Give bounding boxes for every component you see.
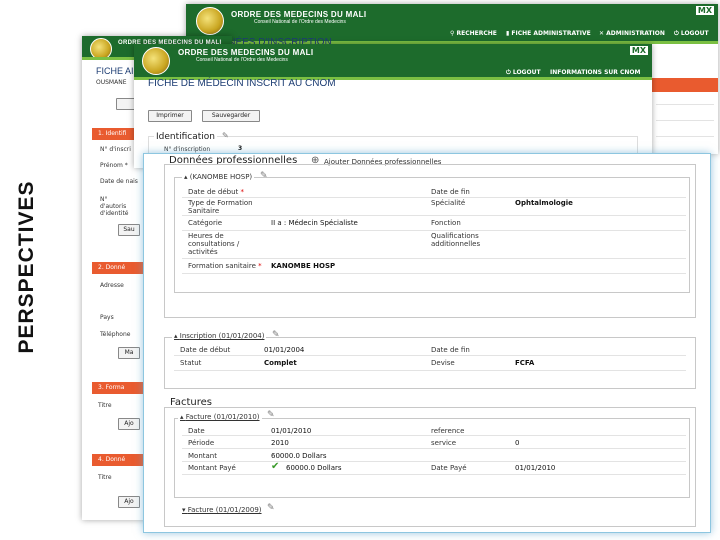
value-montant: 60000.0 Dollars — [271, 452, 327, 460]
label-montant-paye: Montant Payé — [188, 464, 236, 472]
header-bar: ORDRE DES MEDECINS DU MALI Conseil Natio… — [134, 44, 652, 80]
value-periode: 2010 — [271, 439, 289, 447]
value-categorie: II a : Médecin Spécialiste — [271, 219, 358, 227]
value-service: 0 — [515, 439, 520, 447]
label-fonction: Fonction — [431, 219, 461, 227]
save-button[interactable]: Sauvegarder — [202, 110, 260, 122]
value-statut: Complet — [264, 359, 297, 367]
add-button-2[interactable]: Ajo — [118, 496, 140, 508]
next-facture-title[interactable]: ▾ Facture (01/01/2009) — [182, 506, 262, 514]
inscription-box — [164, 337, 696, 389]
column-titre-2: Titre — [98, 474, 112, 481]
label-formation-sanitaire: Formation sanitaire * — [188, 262, 262, 270]
print-button[interactable]: Imprimer — [148, 110, 192, 122]
window-fiche-medecin: ORDRE DES MEDECINS DU MALI Conseil Natio… — [134, 44, 652, 168]
column-titre: Titre — [98, 402, 112, 409]
label-autorisation: N° d'autoris d'identité — [100, 196, 129, 217]
nav-logout[interactable]: ⏻ LOGOUT — [506, 69, 541, 77]
org-name: ORDRE DES MEDECINS DU MALI — [178, 48, 314, 57]
label-inscription: N° d'inscri — [100, 146, 131, 153]
label-insc-date-debut: Date de début — [180, 346, 231, 354]
label-facture-date: Date — [188, 427, 205, 435]
nav-logout[interactable]: ⏻ LOGOUT — [674, 30, 709, 38]
identification-title: Identification — [154, 132, 218, 142]
label-type-formation: Type de Formation Sanitaire — [188, 199, 253, 215]
value-formation-sanitaire: KANOMBE HOSP — [271, 262, 336, 270]
add-button[interactable]: Ajo — [118, 418, 140, 430]
label-date-fin: Date de fin — [431, 188, 470, 196]
org-subtitle: Conseil National de l'Ordre des Medecins — [254, 19, 346, 25]
logo-icon — [196, 7, 224, 35]
label-adresse: Adresse — [100, 282, 124, 289]
check-icon: ✔ — [271, 461, 280, 472]
mx-badge: MX — [695, 6, 714, 15]
edit-icon[interactable]: ✎ — [272, 330, 280, 340]
label-qualifications: Qualifications additionnelles — [431, 232, 481, 248]
patient-name: OUSMANE — [96, 79, 127, 86]
edit-icon[interactable]: ✎ — [267, 410, 275, 420]
page-title: FICHE AI — [96, 66, 134, 76]
nav-fiche-administrative[interactable]: ▮ FICHE ADMINISTRATIVE — [506, 30, 591, 37]
modify-button[interactable]: Ma — [118, 347, 140, 359]
value-specialite: Ophtalmologie — [515, 199, 573, 207]
orange-strip — [648, 78, 718, 92]
label-pays: Pays — [100, 314, 114, 321]
edit-icon[interactable]: ✎ — [260, 171, 268, 181]
nav-informations-cnom[interactable]: INFORMATIONS SUR CNOM — [550, 69, 640, 76]
mx-badge: MX — [629, 46, 648, 55]
page-title: FICHE DE MÉDECIN INSCRIT AU CNOM — [148, 78, 336, 89]
edit-icon[interactable]: ✎ — [267, 503, 275, 513]
label-categorie: Catégorie — [188, 219, 223, 227]
label-prenom: Prénom * — [100, 162, 128, 169]
nav-administration[interactable]: ✕ ADMINISTRATION — [599, 30, 665, 37]
org-subtitle: Conseil National de l'Ordre des Medecins — [196, 57, 288, 63]
label-insc-date-fin: Date de fin — [431, 346, 470, 354]
value-facture-date: 01/01/2010 — [271, 427, 312, 435]
label-devise: Devise — [431, 359, 455, 367]
pro-group-title[interactable]: ▴ (KANOMBE HOSP) — [182, 173, 255, 181]
label-date-naissance: Date de nais — [100, 178, 138, 185]
label-specialite: Spécialité — [431, 199, 466, 207]
label-statut: Statut — [180, 359, 202, 367]
save-button[interactable]: Sau — [118, 224, 140, 236]
label-service: service — [431, 439, 457, 447]
logo-icon — [142, 47, 170, 75]
label-montant: Montant — [188, 452, 217, 460]
value-insc-date-debut: 01/01/2004 — [264, 346, 305, 354]
label-periode: Période — [188, 439, 215, 447]
value-devise: FCFA — [515, 359, 535, 367]
value-montant-paye: 60000.0 Dollars — [286, 464, 342, 472]
label-telephone: Téléphone — [100, 331, 131, 338]
label-reference: reference — [431, 427, 465, 435]
nav-recherche[interactable]: ⚲ RECHERCHE — [450, 30, 497, 37]
label-heures: Heures de consultations / activités — [188, 232, 240, 256]
label-n-inscription: N° d'inscription — [164, 146, 211, 153]
label-date-paye: Date Payé — [431, 464, 467, 472]
value-date-paye: 01/01/2010 — [515, 464, 556, 472]
perspectives-title: PERSPECTIVES — [15, 180, 38, 354]
label-date-debut: Date de début * — [188, 188, 245, 196]
inscription-title[interactable]: ▴ Inscription (01/01/2004) — [172, 332, 267, 340]
callout-panel: Données professionnelles ⊕ Ajouter Donné… — [143, 153, 711, 533]
facture-title[interactable]: ▴ Facture (01/01/2010) — [178, 413, 262, 421]
edit-icon[interactable]: ✎ — [222, 131, 229, 140]
org-name: ORDRE DES MEDECINS DU MALI — [231, 10, 367, 19]
value-n-inscription: 3 — [238, 145, 243, 152]
